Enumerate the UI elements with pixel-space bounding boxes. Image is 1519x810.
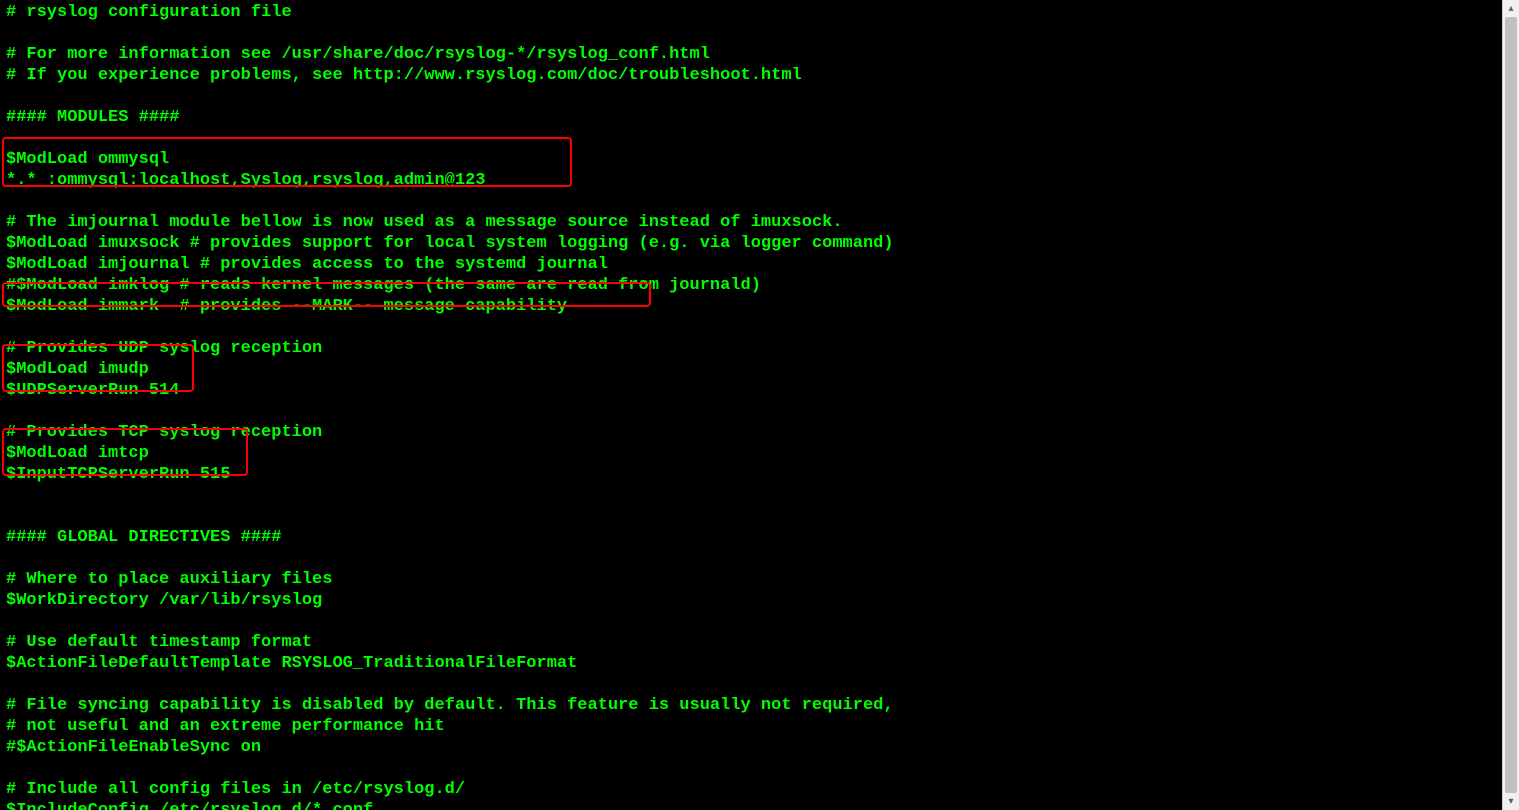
scroll-up-arrow[interactable]: ▴ [1503,0,1519,17]
scroll-down-arrow[interactable]: ▾ [1503,793,1519,810]
scroll-thumb[interactable] [1505,17,1517,793]
terminal-window: # rsyslog configuration file # For more … [0,0,1519,810]
terminal-content[interactable]: # rsyslog configuration file # For more … [0,0,1502,810]
scroll-track[interactable] [1503,17,1519,793]
scrollbar-vertical[interactable]: ▴ ▾ [1502,0,1519,810]
